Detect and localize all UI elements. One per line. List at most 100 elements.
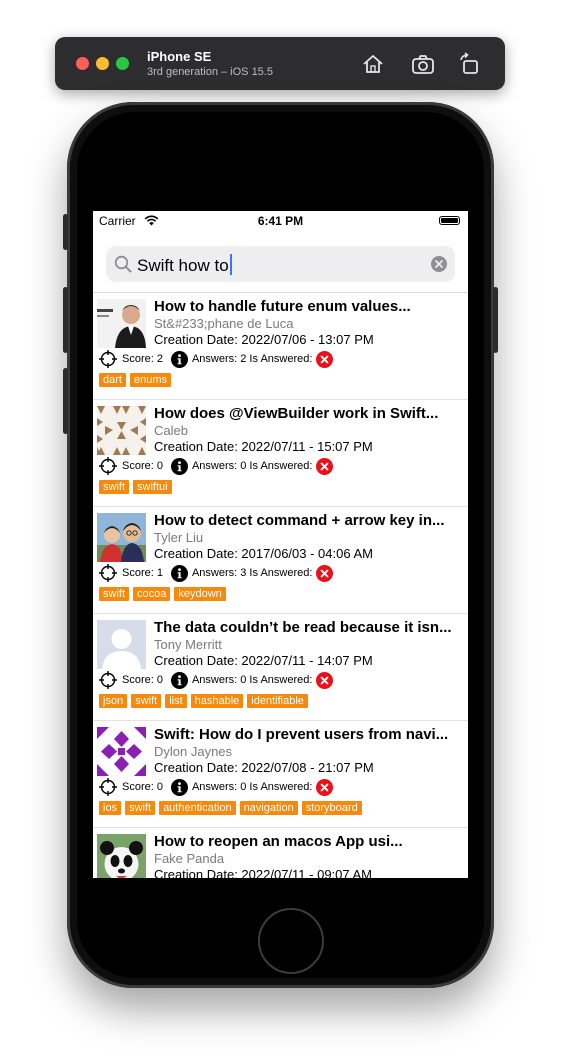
question-row[interactable]: How to handle future enum values... St&#… [93, 293, 468, 400]
device-home-button[interactable] [258, 908, 324, 974]
score-target-icon [99, 457, 117, 475]
info-icon [170, 778, 188, 796]
tag-list: swift cocoa keydown [99, 587, 226, 601]
minimize-window-button[interactable] [96, 57, 109, 70]
question-row[interactable]: The data couldn’t be read because it isn… [93, 614, 468, 721]
info-icon [170, 564, 188, 582]
tag-list: dart enums [99, 373, 171, 387]
question-date: Creation Date: 2022/07/08 - 21:07 PM [154, 760, 374, 775]
score-target-icon [99, 350, 117, 368]
question-date: Creation Date: 2017/06/03 - 04:06 AM [154, 546, 373, 561]
tag-chip[interactable]: json [99, 694, 128, 708]
search-input-text[interactable]: Swift how to [137, 254, 232, 276]
score-target-icon [99, 671, 117, 689]
app-screen: Carrier 6:41 PM Swift how to How to hand… [93, 211, 468, 878]
avatar [97, 620, 146, 669]
search-bar-container: Swift how to [93, 232, 468, 293]
tag-chip[interactable]: storyboard [301, 801, 362, 815]
avatar [97, 727, 146, 776]
question-row[interactable]: How does @ViewBuilder work in Swift... C… [93, 400, 468, 507]
tag-chip[interactable]: identifiable [247, 694, 308, 708]
avatar [97, 406, 146, 455]
info-icon [170, 350, 188, 368]
question-author: Dylon Jaynes [154, 744, 233, 759]
question-author: Caleb [154, 423, 188, 438]
question-title: The data couldn’t be read because it isn… [154, 619, 452, 636]
info-icon [170, 671, 188, 689]
tag-chip[interactable]: authentication [159, 801, 236, 815]
question-row[interactable]: Swift: How do I prevent users from navi.… [93, 721, 468, 828]
simulator-toolbar: iPhone SE 3rd generation – iOS 15.5 [55, 37, 505, 90]
answers-label: Answers: 0 Is Answered: [191, 674, 313, 686]
x-circle-icon [316, 350, 334, 368]
search-field[interactable]: Swift how to [106, 246, 455, 282]
question-date: Creation Date: 2022/07/06 - 13:07 PM [154, 332, 374, 347]
tag-chip[interactable]: swift [125, 801, 156, 815]
simulator-device-name: iPhone SE [147, 49, 212, 64]
question-stats: Score: 1 Answers: 3 Is Answered: [98, 563, 334, 583]
power-button [493, 287, 498, 353]
info-icon [170, 457, 188, 475]
question-author: St&#233;phane de Luca [154, 316, 294, 331]
tag-chip[interactable]: cocoa [133, 587, 171, 601]
answers-label: Answers: 0 Is Answered: [191, 460, 313, 472]
answers-label: Answers: 3 Is Answered: [191, 567, 313, 579]
rotate-device-icon[interactable] [456, 51, 482, 77]
question-row[interactable]: How to detect command + arrow key in... … [93, 507, 468, 614]
score-label: Score: 0 [122, 781, 163, 793]
tag-chip[interactable]: enums [129, 373, 171, 387]
score-target-icon [99, 564, 117, 582]
x-circle-icon [316, 564, 334, 582]
tag-list: swift swiftui [99, 480, 172, 494]
tag-chip[interactable]: hashable [190, 694, 244, 708]
score-label: Score: 1 [122, 567, 163, 579]
question-title: Swift: How do I prevent users from navi.… [154, 726, 449, 743]
question-stats: Score: 0 Answers: 0 Is Answered: [98, 777, 334, 797]
answers-label: Answers: 0 Is Answered: [191, 781, 313, 793]
question-author: Fake Panda [154, 851, 225, 866]
question-date: Creation Date: 2022/07/11 - 15:07 PM [154, 439, 373, 454]
x-circle-icon [316, 457, 334, 475]
tag-chip[interactable]: swift [131, 694, 162, 708]
score-label: Score: 2 [122, 353, 163, 365]
question-author: Tony Merritt [154, 637, 222, 652]
tag-list: ios swift authentication navigation stor… [99, 801, 362, 815]
tag-chip[interactable]: swift [99, 480, 129, 494]
tag-chip[interactable]: swift [99, 587, 129, 601]
tag-chip[interactable]: ios [99, 801, 122, 815]
zoom-window-button[interactable] [116, 57, 129, 70]
question-row[interactable]: How to reopen an macos App usi... Fake P… [93, 828, 468, 878]
question-stats: Score: 0 Answers: 0 Is Answered: [98, 456, 334, 476]
question-stats: Score: 0 Answers: 0 Is Answered: [98, 670, 334, 690]
tag-list: json swift list hashable identifiable [99, 694, 308, 708]
avatar [97, 513, 146, 562]
magnifier-icon [114, 255, 132, 278]
question-date: Creation Date: 2022/07/11 - 09:07 AM [154, 867, 373, 878]
question-title: How does @ViewBuilder work in Swift... [154, 405, 439, 422]
volume-up-button [63, 287, 68, 353]
clear-search-icon[interactable] [431, 256, 447, 277]
mute-switch [63, 214, 68, 250]
home-button-icon[interactable] [360, 51, 386, 77]
close-window-button[interactable] [76, 57, 89, 70]
x-circle-icon [316, 671, 334, 689]
question-title: How to handle future enum values... [154, 298, 411, 315]
avatar [97, 299, 146, 348]
tag-chip[interactable]: dart [99, 373, 126, 387]
x-circle-icon [316, 778, 334, 796]
simulator-device-subtitle: 3rd generation – iOS 15.5 [147, 66, 273, 78]
volume-down-button [63, 368, 68, 434]
question-list: How to handle future enum values... St&#… [93, 293, 468, 878]
battery-icon [439, 216, 460, 225]
tag-chip[interactable]: swiftui [133, 480, 172, 494]
tag-chip[interactable]: keydown [174, 587, 226, 601]
question-title: How to reopen an macos App usi... [154, 833, 403, 850]
answers-label: Answers: 2 Is Answered: [191, 353, 313, 365]
avatar [97, 834, 146, 878]
status-time: 6:41 PM [257, 214, 304, 228]
tag-chip[interactable]: list [165, 694, 187, 708]
screenshot-camera-icon[interactable] [410, 51, 436, 77]
question-date: Creation Date: 2022/07/11 - 14:07 PM [154, 653, 373, 668]
tag-chip[interactable]: navigation [239, 801, 298, 815]
score-label: Score: 0 [122, 674, 163, 686]
